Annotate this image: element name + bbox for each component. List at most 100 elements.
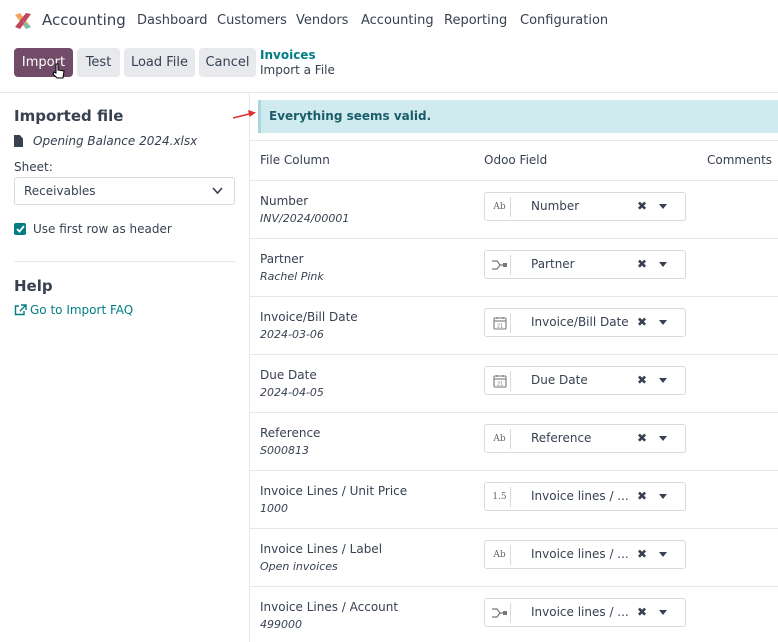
annotation-arrow-icon [232, 110, 256, 119]
file-column-sample: 1000 [260, 502, 288, 515]
chevron-down-icon [212, 187, 223, 195]
odoo-field-value: Due Date [531, 373, 588, 387]
sheet-select[interactable]: Receivables [14, 177, 235, 205]
dropdown-caret-icon[interactable] [659, 262, 667, 267]
file-column-name: Invoice Lines / Account [260, 600, 399, 614]
odoo-field-select[interactable]: Ab Invoice lines / ... ✖ [484, 540, 686, 569]
odoo-field-value: Invoice lines / ... [531, 605, 629, 619]
table-row: Reference S000813 Ab Reference ✖ [250, 413, 778, 471]
top-navbar: Accounting Dashboard Customers Vendors A… [0, 0, 778, 42]
external-link-icon [14, 304, 27, 316]
table-row: Partner Rachel Pink Partner ✖ [250, 239, 778, 297]
header-file-column: File Column [260, 153, 330, 167]
odoo-field-select[interactable]: 21 Due Date ✖ [484, 366, 686, 395]
relation-icon [489, 255, 511, 275]
file-column-sample: Open invoices [260, 560, 338, 573]
first-row-header-option[interactable]: Use first row as header [14, 222, 172, 236]
sheet-label: Sheet: [14, 160, 53, 174]
clear-field-icon[interactable]: ✖ [637, 373, 647, 387]
main-menu: Dashboard Customers Vendors Accounting R… [137, 13, 608, 28]
file-name-row: Opening Balance 2024.xlsx [14, 134, 197, 148]
odoo-field-select[interactable]: 21 Invoice/Bill Date ✖ [484, 308, 686, 337]
file-column-name: Number [260, 194, 309, 208]
table-row: Invoice Lines / Account 499000 Invoice lin… [250, 587, 778, 642]
checkbox-checked[interactable] [14, 223, 26, 235]
odoo-field-value: Invoice lines / ... [531, 489, 629, 503]
clear-field-icon[interactable]: ✖ [637, 315, 647, 329]
help-title: Help [14, 277, 53, 295]
mouse-pointer-icon [52, 63, 65, 79]
header-odoo-field: Odoo Field [484, 153, 548, 167]
odoo-field-select[interactable]: Ab Reference ✖ [484, 424, 686, 453]
import-faq-link[interactable]: Go to Import FAQ [14, 303, 133, 317]
clear-field-icon[interactable]: ✖ [637, 605, 647, 619]
menu-reporting[interactable]: Reporting [444, 13, 520, 28]
odoo-field-value: Invoice lines / ... [531, 547, 629, 561]
relation-icon [489, 603, 511, 623]
control-panel: Import Test Load File Cancel Invoices Im… [0, 42, 778, 92]
file-column-name: Partner [260, 252, 304, 266]
app-logo-icon[interactable] [13, 11, 33, 31]
clear-field-icon[interactable]: ✖ [637, 257, 647, 271]
dropdown-caret-icon[interactable] [659, 552, 667, 557]
app-name[interactable]: Accounting [42, 11, 126, 29]
file-column-name: Invoice Lines / Unit Price [260, 484, 408, 498]
clear-field-icon[interactable]: ✖ [637, 199, 647, 213]
odoo-field-value: Partner [531, 257, 575, 271]
check-icon [15, 225, 25, 233]
odoo-field-value: Invoice/Bill Date [531, 315, 629, 329]
menu-vendors[interactable]: Vendors [296, 13, 361, 28]
float-icon: 1.5 [489, 487, 511, 507]
import-faq-label: Go to Import FAQ [30, 303, 134, 317]
dropdown-caret-icon[interactable] [659, 494, 667, 499]
clear-field-icon[interactable]: ✖ [637, 489, 647, 503]
validation-message: Everything seems valid. [269, 109, 432, 123]
text-icon: Ab [489, 429, 511, 449]
breadcrumb-invoices[interactable]: Invoices [260, 48, 316, 62]
menu-customers[interactable]: Customers [217, 13, 296, 28]
odoo-field-select[interactable]: Invoice lines / ... ✖ [484, 598, 686, 627]
load-file-button[interactable]: Load File [124, 48, 195, 77]
file-column-sample: INV/2024/00001 [260, 212, 350, 225]
file-column-name: Reference [260, 426, 321, 440]
cancel-button[interactable]: Cancel [199, 48, 256, 77]
clear-field-icon[interactable]: ✖ [637, 431, 647, 445]
table-row: Invoice Lines / Unit Price 1000 1.5 Invoice… [250, 471, 778, 529]
table-row: Invoice/Bill Date 2024-03-06 21 Invoice/Bil… [250, 297, 778, 355]
checkbox-label: Use first row as header [33, 222, 172, 236]
svg-text:21: 21 [496, 382, 502, 388]
dropdown-caret-icon[interactable] [659, 378, 667, 383]
header-comments: Comments [707, 153, 773, 167]
text-icon: Ab [489, 545, 511, 565]
import-sidebar: Imported file Opening Balance 2024.xlsx … [0, 93, 250, 642]
sheet-select-value: Receivables [24, 184, 96, 198]
mapping-table-header: File Column Odoo Field Comments [250, 140, 778, 181]
dropdown-caret-icon[interactable] [659, 610, 667, 615]
file-column-sample: 2024-03-06 [260, 328, 324, 341]
validation-alert: Everything seems valid. [258, 100, 778, 133]
file-column-name: Due Date [260, 368, 317, 382]
file-column-sample: 2024-04-05 [260, 386, 324, 399]
file-icon [14, 135, 23, 147]
table-row: Invoice Lines / Label Open invoices Ab Invo… [250, 529, 778, 587]
dropdown-caret-icon[interactable] [659, 436, 667, 441]
dropdown-caret-icon[interactable] [659, 320, 667, 325]
odoo-field-select[interactable]: 1.5 Invoice lines / ... ✖ [484, 482, 686, 511]
odoo-field-select[interactable]: Ab Number ✖ [484, 192, 686, 221]
file-name: Opening Balance 2024.xlsx [33, 134, 198, 148]
file-column-name: Invoice Lines / Label [260, 542, 383, 556]
odoo-field-value: Reference [531, 431, 592, 445]
dropdown-caret-icon[interactable] [659, 204, 667, 209]
imported-file-title: Imported file [14, 107, 124, 125]
menu-dashboard[interactable]: Dashboard [137, 13, 217, 28]
test-button[interactable]: Test [77, 48, 120, 77]
odoo-field-select[interactable]: Partner ✖ [484, 250, 686, 279]
sidebar-divider [14, 261, 235, 262]
odoo-field-value: Number [531, 199, 580, 213]
file-column-sample: S000813 [260, 444, 309, 457]
menu-configuration[interactable]: Configuration [520, 13, 608, 28]
table-row: Number INV/2024/00001 Ab Number ✖ [250, 181, 778, 239]
menu-accounting[interactable]: Accounting [361, 13, 444, 28]
clear-field-icon[interactable]: ✖ [637, 547, 647, 561]
table-row: Due Date 2024-04-05 21 Due Date ✖ [250, 355, 778, 413]
